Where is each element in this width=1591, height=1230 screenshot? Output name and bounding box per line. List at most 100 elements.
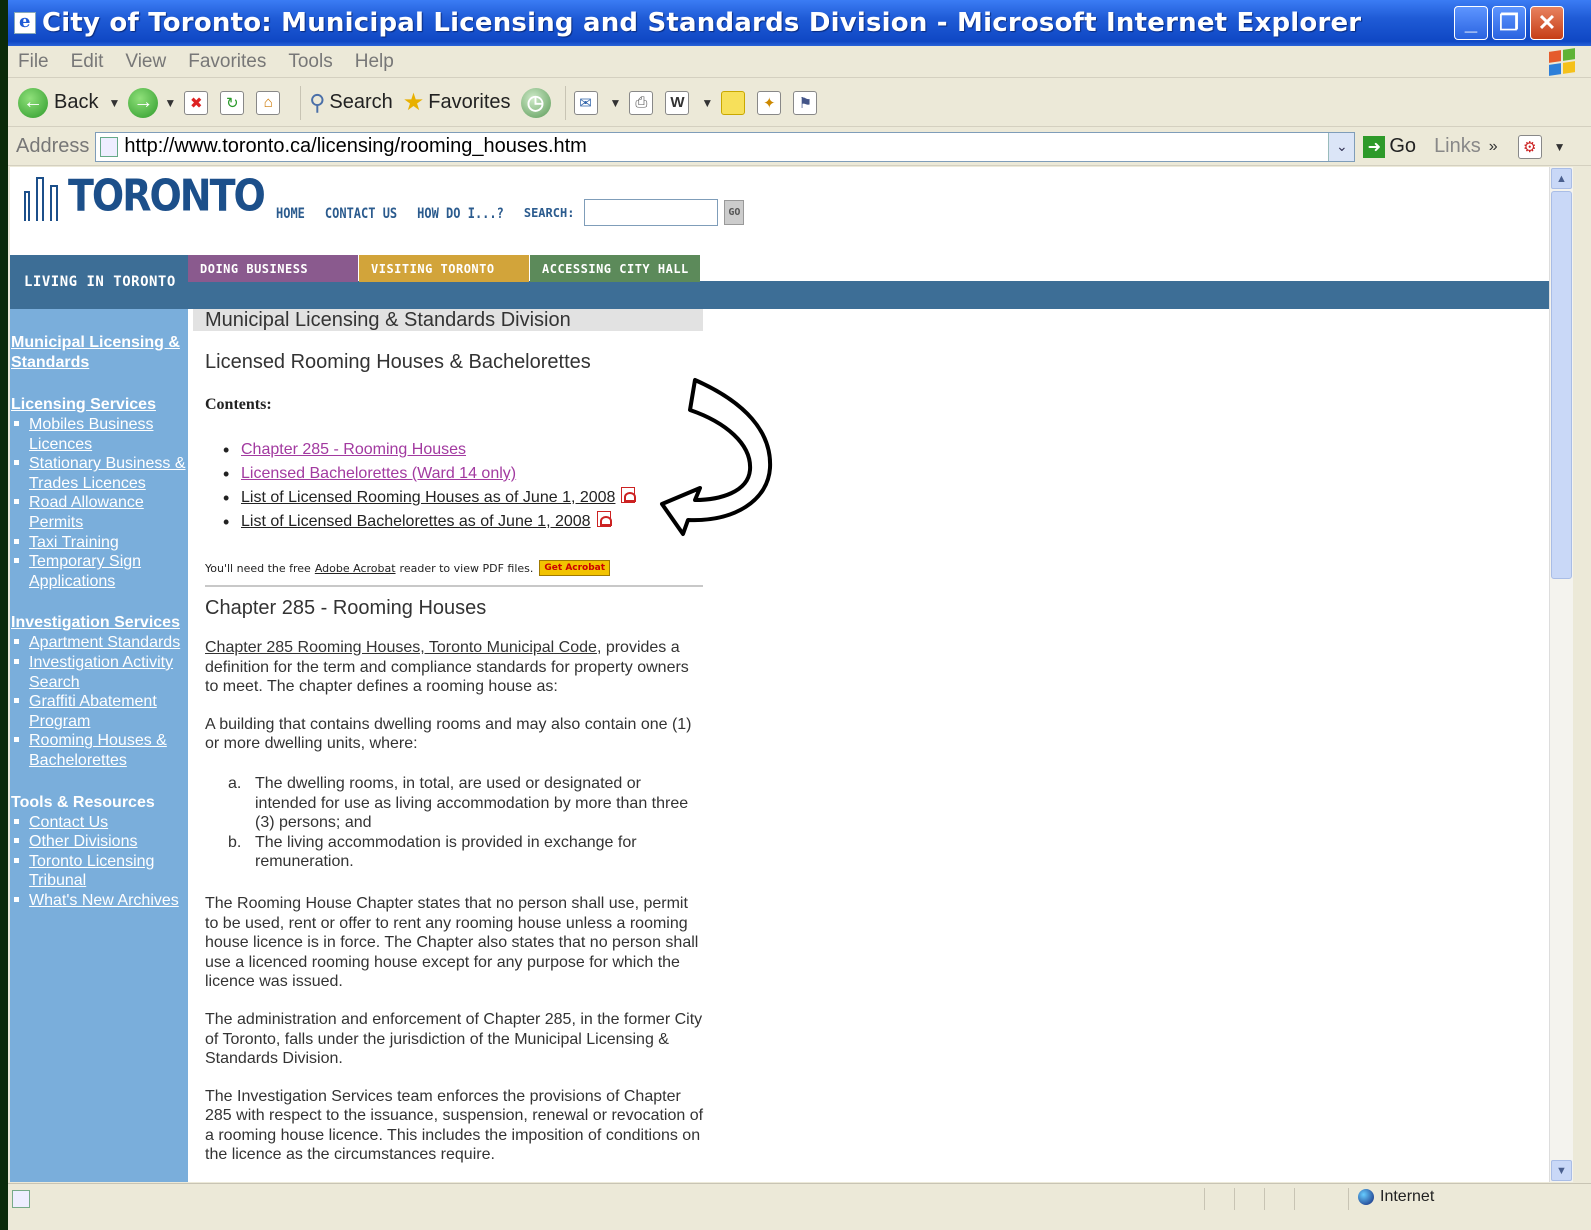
close-button[interactable]: ✕ [1530, 6, 1564, 40]
tab-living-in-toronto[interactable]: LIVING IN TORONTO [10, 255, 188, 309]
page-title: Licensed Rooming Houses & Bachelorettes [205, 351, 591, 373]
edit-word-icon[interactable]: W [665, 90, 690, 115]
sidebar-link-licensing-tribunal[interactable]: Toronto Licensing Tribunal [29, 853, 154, 890]
sidebar-heading-licensing[interactable]: Licensing Services [11, 395, 188, 415]
toc-link-chapter-285[interactable]: Chapter 285 - Rooming Houses [241, 441, 466, 458]
restore-button[interactable]: ❐ [1492, 6, 1526, 40]
definition-list: a. The dwelling rooms, in total, are used… [225, 774, 700, 872]
print-icon[interactable]: ⎙ [629, 90, 654, 115]
edit-dropdown-icon[interactable]: ▼ [701, 96, 713, 110]
tab-doing-business[interactable]: DOING BUSINESS [188, 255, 358, 282]
toronto-logo[interactable]: TORONTO [24, 170, 266, 221]
back-arrow-icon: ← [18, 87, 48, 118]
sidebar-link-taxi-training[interactable]: Taxi Training [29, 534, 119, 551]
page-status-icon [12, 1189, 30, 1208]
pdf-icon[interactable] [621, 487, 637, 503]
search-label: SEARCH: [523, 205, 575, 220]
scroll-down-icon[interactable]: ▼ [1551, 1160, 1572, 1181]
menu-view[interactable]: View [125, 51, 166, 73]
back-dropdown-icon[interactable]: ▼ [108, 96, 120, 110]
forward-arrow-icon[interactable]: → [128, 87, 159, 118]
sidebar-link-other-divisions[interactable]: Other Divisions [29, 833, 137, 850]
history-icon[interactable]: ◷ [520, 87, 551, 118]
scrollbar-thumb[interactable] [1551, 191, 1572, 579]
links-toolbar[interactable]: Links [1434, 135, 1481, 158]
section-band [10, 281, 1549, 309]
pdf-toolbar-icon[interactable]: ⚙ [1517, 134, 1542, 159]
discuss-icon[interactable] [721, 90, 746, 115]
messenger-icon[interactable]: ⚑ [793, 90, 818, 115]
menu-file[interactable]: File [18, 51, 49, 73]
status-divider [1234, 1188, 1235, 1210]
mail-dropdown-icon[interactable]: ▼ [610, 96, 622, 110]
curved-arrow-annotation [660, 378, 773, 536]
stop-icon[interactable]: ✖ [184, 90, 209, 115]
sidebar-link-temporary-sign[interactable]: Temporary Sign Applications [29, 553, 141, 590]
address-input[interactable]: http://www.toronto.ca/licensing/rooming_… [95, 131, 1356, 162]
tab-accessing-city-hall[interactable]: ACCESSING CITY HALL [530, 255, 700, 282]
get-acrobat-button[interactable]: Get Acrobat [539, 560, 611, 576]
refresh-icon[interactable]: ↻ [220, 90, 245, 115]
adobe-acrobat-link[interactable]: Adobe Acrobat [315, 562, 396, 575]
menu-help[interactable]: Help [355, 51, 394, 73]
toc-link-rooming-houses-pdf[interactable]: List of Licensed Rooming Houses as of Ju… [241, 489, 615, 506]
home-icon[interactable]: ⌂ [256, 90, 281, 115]
page-icon [100, 136, 119, 157]
title-bar[interactable]: City of Toronto: Municipal Licensing and… [8, 0, 1591, 46]
search-button[interactable]: ⚲ Search [309, 90, 393, 116]
logo-wordmark: TORONTO [68, 170, 266, 221]
sidebar-link-rooming-houses[interactable]: Rooming Houses & Bachelorettes [29, 732, 167, 769]
sidebar-home-link[interactable]: Municipal Licensing & Standards [11, 333, 188, 373]
magnifier-icon: ⚲ [309, 89, 326, 115]
sidebar-link-road-allowance[interactable]: Road Allowance Permits [29, 494, 144, 531]
nav-home[interactable]: HOME [276, 204, 305, 221]
sidebar-link-apartment-standards[interactable]: Apartment Standards [29, 634, 180, 651]
sidebar-link-mobiles[interactable]: Mobiles Business Licences [29, 416, 154, 453]
sidebar-heading-tools: Tools & Resources [11, 793, 155, 811]
menu-edit[interactable]: Edit [71, 51, 104, 73]
sidebar-link-whats-new[interactable]: What's New Archives [29, 892, 179, 909]
scroll-up-icon[interactable]: ▲ [1551, 168, 1572, 189]
browser-window: City of Toronto: Municipal Licensing and… [8, 0, 1591, 1230]
ie-page-icon [14, 11, 36, 34]
city-hall-logo-icon [24, 177, 64, 221]
favorites-button[interactable]: ★ Favorites [403, 88, 511, 117]
chapter-285-code-link[interactable]: Chapter 285 Rooming Houses, Toronto Muni… [205, 639, 597, 656]
site-search-input[interactable] [584, 199, 719, 226]
sidebar-link-graffiti[interactable]: Graffiti Abatement Program [29, 693, 157, 730]
site-search-go-button[interactable]: GO [724, 200, 745, 225]
acrobat-text-after: reader to view PDF files. [399, 561, 534, 575]
nav-contact-us[interactable]: CONTACT US [325, 204, 397, 221]
sidebar-heading-investigation[interactable]: Investigation Services [11, 613, 188, 633]
sidebar-item: Stationary Business & Trades Licences [11, 454, 188, 493]
address-url[interactable]: http://www.toronto.ca/licensing/rooming_… [124, 135, 586, 158]
tab-visiting-toronto[interactable]: VISITING TORONTO [359, 255, 529, 282]
toc-link-bachelorettes-pdf[interactable]: List of Licensed Bachelorettes as of Jun… [241, 513, 591, 530]
minimize-button[interactable]: _ [1454, 6, 1488, 40]
vertical-scrollbar[interactable]: ▲ ▼ [1549, 167, 1573, 1182]
contents-label: Contents: [205, 396, 272, 413]
menu-tools[interactable]: Tools [288, 51, 332, 73]
go-button[interactable]: ➜ Go [1363, 135, 1416, 158]
status-divider [1204, 1188, 1205, 1210]
back-button[interactable]: ← Back [18, 87, 98, 118]
sidebar-link-contact-us[interactable]: Contact Us [29, 814, 108, 831]
pdf-toolbar-dropdown-icon[interactable]: ▼ [1554, 140, 1566, 154]
sidebar-link-investigation-search[interactable]: Investigation Activity Search [29, 654, 173, 691]
acrobat-text-before: You'll need the free [205, 561, 311, 575]
pdf-icon[interactable] [596, 511, 612, 527]
menu-bar: File Edit View Favorites Tools Help [8, 46, 1591, 78]
acrobat-note: You'll need the free Adobe Acrobat reade… [205, 560, 703, 576]
security-zone[interactable]: Internet [1358, 1188, 1434, 1206]
research-icon[interactable]: ✦ [757, 90, 782, 115]
links-chevron[interactable]: » [1489, 138, 1498, 156]
address-bar: Address http://www.toronto.ca/licensing/… [8, 128, 1591, 166]
nav-how-do-i[interactable]: HOW DO I...? [417, 204, 504, 221]
sidebar-link-stationary[interactable]: Stationary Business & Trades Licences [29, 455, 186, 492]
list-item: List of Licensed Bachelorettes as of Jun… [223, 510, 703, 534]
forward-dropdown-icon[interactable]: ▼ [164, 96, 176, 110]
toc-link-bachelorettes[interactable]: Licensed Bachelorettes (Ward 14 only) [241, 465, 516, 482]
address-dropdown-icon[interactable]: ⌄ [1328, 132, 1355, 161]
menu-favorites[interactable]: Favorites [188, 51, 266, 73]
mail-icon[interactable]: ✉ [573, 90, 598, 115]
